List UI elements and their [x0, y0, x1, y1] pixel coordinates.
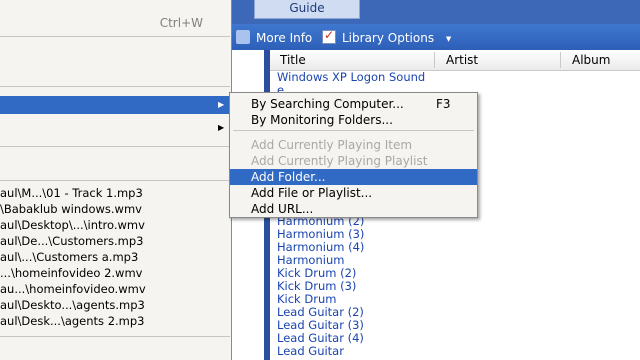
- tab-guide[interactable]: Guide: [254, 0, 360, 19]
- recent-file-item[interactable]: aul\...\Customers a.mp3: [0, 250, 138, 264]
- menu-item-label: Add File or Playlist...: [251, 186, 373, 200]
- file-menu: Ctrl+W ▶ ▶ aul\M...\01 - Track 1.mp3 \Ba…: [0, 0, 232, 360]
- menu-item-label: By Searching Computer...: [251, 97, 404, 111]
- recent-file-item[interactable]: aul\Desk...\agents 2.mp3: [0, 314, 145, 328]
- add-to-library-submenu: By Searching Computer... F3 By Monitorin…: [229, 92, 478, 218]
- menu-item-label: Add Currently Playing Playlist: [251, 154, 428, 168]
- track-row[interactable]: Lead Guitar: [277, 345, 344, 358]
- column-artist[interactable]: Artist: [446, 53, 478, 67]
- menu-divider: [0, 146, 230, 147]
- menu-item-add-file-or-playlist[interactable]: Add File or Playlist...: [230, 185, 477, 201]
- chevron-down-icon: ▼: [445, 35, 452, 43]
- more-info-label: More Info: [256, 31, 313, 45]
- recent-file-item[interactable]: aul\M...\01 - Track 1.mp3: [0, 186, 143, 200]
- menu-item-by-monitoring-folders[interactable]: By Monitoring Folders...: [230, 112, 477, 128]
- recent-file-item[interactable]: au...\homeinfovideo.wmv: [0, 282, 146, 296]
- recent-file-item[interactable]: aul\De...\Customers.mp3: [0, 234, 144, 248]
- checklist-icon: [322, 28, 336, 44]
- submenu-arrow-icon: ▶: [218, 100, 225, 109]
- menu-item-shortcut: F3: [436, 97, 451, 111]
- library-toolbar: More Info Library Options ▼: [230, 24, 640, 50]
- menu-item-add-url[interactable]: Add URL...: [230, 201, 477, 217]
- menu-item-add-currently-playing-playlist: Add Currently Playing Playlist: [230, 153, 477, 169]
- column-title[interactable]: Title: [280, 53, 306, 67]
- menu-divider: [233, 130, 474, 131]
- menu-item-by-searching-computer[interactable]: By Searching Computer... F3: [230, 96, 477, 112]
- close-shortcut: Ctrl+W: [159, 16, 203, 30]
- more-info-button[interactable]: More Info: [236, 30, 312, 45]
- menu-divider: [0, 36, 230, 37]
- menu-divider: [0, 180, 230, 181]
- menu-item-add-folder[interactable]: Add Folder...: [230, 169, 477, 185]
- info-icon: [236, 30, 250, 44]
- recent-file-item[interactable]: ...\homeinfovideo 2.wmv: [0, 266, 142, 280]
- menu-divider: [0, 336, 230, 337]
- column-header-row: Title Artist Album: [270, 50, 640, 71]
- menu-item-label: Add URL...: [251, 202, 314, 216]
- menu-item-label: Add Folder...: [251, 170, 326, 184]
- menu-item-add-to-library[interactable]: ▶: [0, 96, 230, 114]
- menu-divider: [0, 86, 230, 87]
- track-row[interactable]: Windows XP Logon Sound: [277, 71, 425, 84]
- column-divider[interactable]: [434, 52, 435, 68]
- library-options-label: Library Options: [342, 31, 435, 45]
- recent-file-item[interactable]: aul\Deskto...\agents.mp3: [0, 298, 145, 312]
- column-divider[interactable]: [560, 52, 561, 68]
- recent-file-item[interactable]: \Babaklub windows.wmv: [0, 202, 142, 216]
- recent-file-item[interactable]: aul\Desktop\...\intro.wmv: [0, 218, 145, 232]
- menu-item-add-currently-playing-item: Add Currently Playing Item: [230, 137, 477, 153]
- column-album[interactable]: Album: [572, 53, 610, 67]
- menu-item-submenu[interactable]: ▶: [0, 118, 230, 138]
- library-options-button[interactable]: Library Options ▼: [322, 28, 452, 45]
- menu-item-label: Add Currently Playing Item: [251, 138, 413, 152]
- submenu-arrow-icon: ▶: [218, 123, 225, 132]
- menu-item-label: By Monitoring Folders...: [251, 113, 393, 127]
